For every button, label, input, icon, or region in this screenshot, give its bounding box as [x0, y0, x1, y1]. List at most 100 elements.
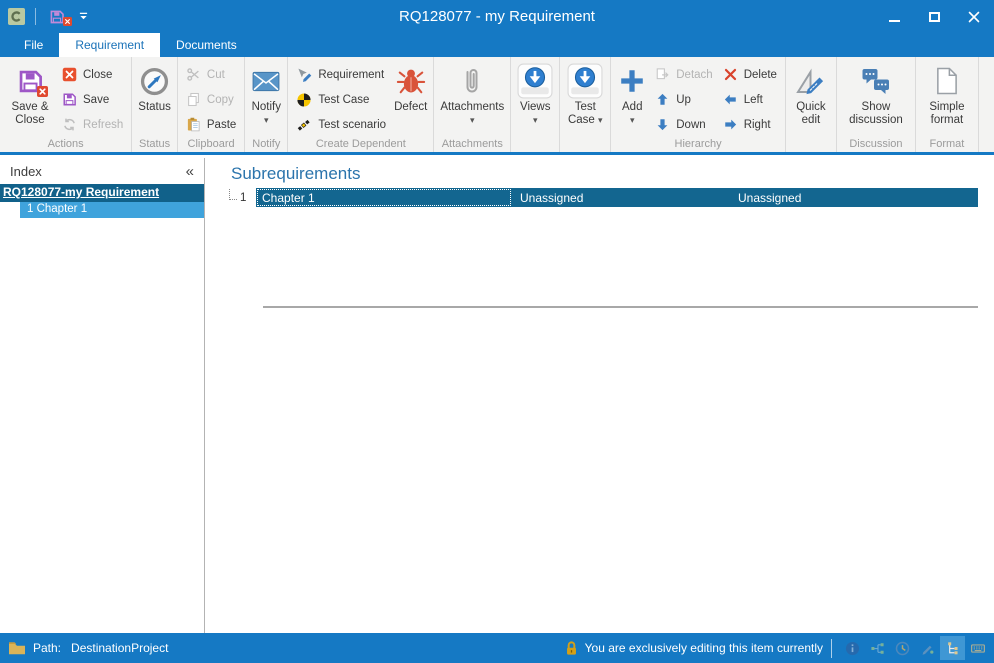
create-test-case-button[interactable]: Test Case: [291, 87, 391, 112]
move-right-button[interactable]: Right: [718, 112, 782, 137]
titlebar: RQ128077 - my Requirement: [0, 0, 994, 33]
paste-clipboard-icon: [186, 117, 201, 132]
subrequirement-row-container: 1 Chapter 1 Unassigned Unassigned: [229, 188, 978, 207]
cell-name[interactable]: Chapter 1: [256, 188, 512, 207]
status-button[interactable]: Status: [135, 60, 174, 114]
cut-button[interactable]: Cut: [181, 62, 241, 87]
statusbar: Path: DestinationProject You are exclusi…: [0, 633, 994, 663]
arrow-up-icon: [655, 92, 670, 107]
detach-icon: [655, 67, 670, 82]
app-icon[interactable]: [8, 8, 25, 25]
table-row[interactable]: Chapter 1 Unassigned Unassigned: [256, 188, 978, 207]
group-label-status: Status: [132, 138, 177, 150]
tree-branch-icon[interactable]: [229, 189, 237, 200]
tab-file[interactable]: File: [8, 33, 59, 57]
create-defect-button[interactable]: Defect: [391, 60, 430, 114]
sidebar-item-root-requirement[interactable]: RQ128077-my Requirement: [0, 184, 204, 202]
group-label-notify: Notify: [245, 138, 287, 150]
close-badge-icon: [37, 84, 48, 102]
index-sidebar: Index « RQ128077-my Requirement 1 Chapte…: [0, 158, 205, 633]
qat-save-close-button[interactable]: [46, 5, 68, 29]
add-button[interactable]: Add ▾: [614, 60, 650, 125]
qat-separator: [35, 8, 36, 25]
requirement-icon: [296, 67, 312, 83]
create-requirement-button[interactable]: Requirement: [291, 62, 391, 87]
save-close-badge-icon: [63, 13, 72, 31]
paste-button[interactable]: Paste: [181, 112, 241, 137]
group-label-discussion: Discussion: [837, 138, 915, 150]
panel-heading: Subrequirements: [231, 164, 994, 184]
dropdown-caret: ▾: [630, 116, 635, 125]
window-title: RQ128077 - my Requirement: [0, 0, 994, 33]
statusbar-separator: [831, 639, 832, 658]
create-test-scenario-button[interactable]: Test scenario: [291, 112, 391, 137]
signature-icon[interactable]: [915, 636, 940, 660]
ribbon-group-status: Status Status: [132, 57, 178, 152]
maximize-button[interactable]: [914, 0, 954, 33]
ribbon: Save & Close Close Save Refresh Actions: [0, 57, 994, 155]
close-icon: [62, 67, 77, 82]
test-case-icon: [296, 92, 312, 108]
ribbon-group-hierarchy: Add ▾ Detach Up Down: [611, 57, 786, 152]
group-label-format: Format: [916, 138, 978, 150]
attachments-button[interactable]: Attachments ▾: [437, 60, 507, 125]
delete-x-icon: [723, 67, 738, 82]
status-compass-icon: [139, 66, 170, 97]
window-controls: [874, 0, 994, 33]
ribbon-tabs: File Requirement Documents: [0, 33, 994, 57]
structure-tree-icon[interactable]: [940, 636, 965, 660]
close-window-button[interactable]: [954, 0, 994, 33]
tab-documents[interactable]: Documents: [160, 33, 253, 57]
ribbon-group-format: Simple format Format: [916, 57, 979, 152]
arrow-right-icon: [723, 117, 738, 132]
attachments-paperclip-icon: [461, 66, 483, 97]
views-button[interactable]: Views ▾: [514, 60, 556, 125]
save-and-close-label: Save & Close: [6, 101, 54, 127]
simple-format-page-icon: [934, 66, 959, 96]
move-down-button[interactable]: Down: [650, 112, 717, 137]
tab-requirement[interactable]: Requirement: [59, 33, 160, 57]
detach-button[interactable]: Detach: [650, 62, 717, 87]
history-clock-icon[interactable]: [890, 636, 915, 660]
cell-assignee-1[interactable]: Unassigned: [512, 191, 730, 205]
test-case-orb-icon: [567, 63, 603, 99]
sidebar-item-chapter-1[interactable]: 1 Chapter 1: [20, 202, 204, 218]
ribbon-group-discussion: Show discussion Discussion: [837, 57, 916, 152]
row-index: 1: [240, 192, 256, 204]
move-up-button[interactable]: Up: [650, 87, 717, 112]
path-label: Path:: [33, 641, 61, 655]
notify-envelope-icon: [251, 70, 281, 93]
delete-button[interactable]: Delete: [718, 62, 782, 87]
add-plus-icon: [617, 66, 647, 96]
refresh-button[interactable]: Refresh: [57, 112, 128, 137]
panel-divider: [263, 306, 978, 308]
lock-message: You are exclusively editing this item cu…: [585, 641, 823, 655]
save-button[interactable]: Save: [57, 87, 128, 112]
test-scenario-icon: [296, 117, 312, 133]
ribbon-group-attachments: Attachments ▾ Attachments: [434, 57, 511, 152]
close-button[interactable]: Close: [57, 62, 128, 87]
close-window-icon: [968, 11, 980, 23]
hierarchy-tree-icon[interactable]: [865, 636, 890, 660]
app-window: RQ128077 - my Requirement File Requireme…: [0, 0, 994, 663]
copy-button[interactable]: Copy: [181, 87, 241, 112]
qat-customize-chevron-icon[interactable]: [78, 8, 89, 26]
cut-scissors-icon: [186, 67, 201, 82]
minimize-icon: [889, 20, 900, 22]
notify-button[interactable]: Notify ▾: [248, 60, 284, 125]
test-case-views-button[interactable]: Test Case ▾: [563, 60, 607, 127]
content-area: Index « RQ128077-my Requirement 1 Chapte…: [0, 158, 994, 633]
minimize-button[interactable]: [874, 0, 914, 33]
collapse-sidebar-icon[interactable]: «: [186, 164, 194, 179]
quick-access-toolbar: [0, 5, 89, 29]
show-discussion-button[interactable]: Show discussion: [840, 60, 912, 127]
save-and-close-button[interactable]: Save & Close: [3, 60, 57, 127]
padlock-icon: [565, 640, 578, 657]
move-left-button[interactable]: Left: [718, 87, 782, 112]
quick-edit-button[interactable]: Quick edit: [789, 60, 833, 127]
simple-format-button[interactable]: Simple format: [919, 60, 975, 127]
dropdown-caret: ▾: [264, 116, 269, 125]
keyboard-icon[interactable]: [965, 636, 990, 660]
cell-assignee-2[interactable]: Unassigned: [730, 191, 978, 205]
info-icon[interactable]: [840, 636, 865, 660]
